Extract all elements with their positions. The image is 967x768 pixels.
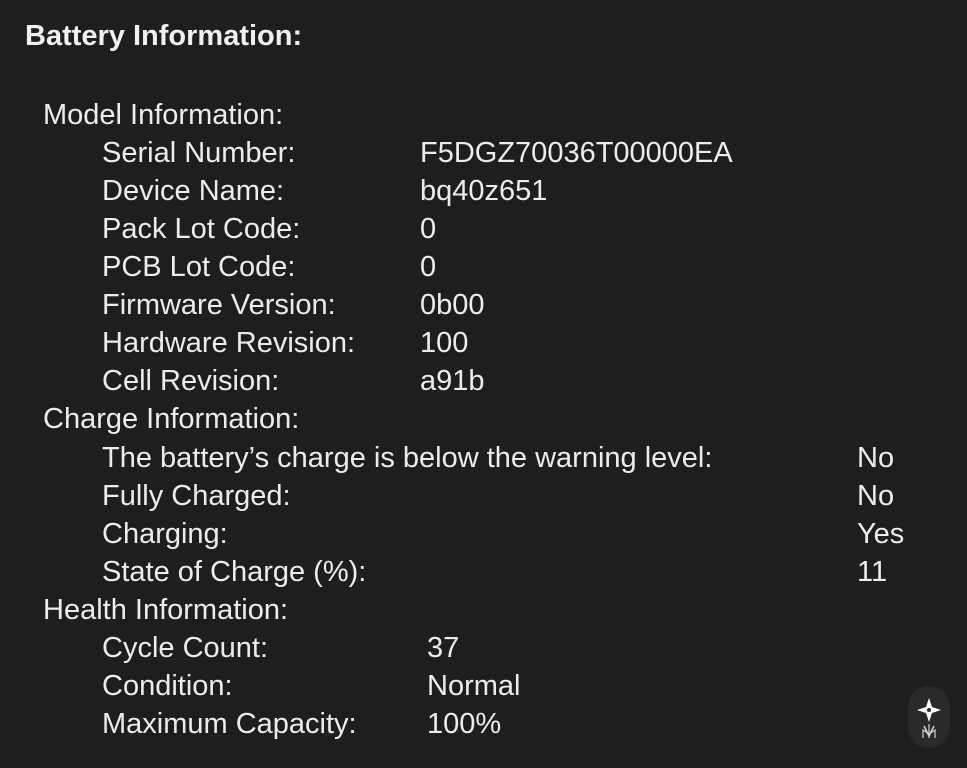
cycle-count-label: Cycle Count: bbox=[102, 632, 269, 664]
pack-lot-code-label: Pack Lot Code: bbox=[102, 213, 301, 245]
pack-lot-code-value: 0 bbox=[420, 213, 437, 245]
warning-level-value: No bbox=[857, 442, 895, 474]
warning-level-label: The battery’s charge is below the warnin… bbox=[102, 442, 713, 474]
cell-revision-value: a91b bbox=[420, 365, 485, 397]
section-title-model: Model Information: bbox=[43, 99, 284, 131]
pcb-lot-code-value: 0 bbox=[420, 251, 437, 283]
maximum-capacity-label: Maximum Capacity: bbox=[102, 708, 357, 740]
section-title-charge: Charge Information: bbox=[43, 403, 300, 435]
charging-value: Yes bbox=[857, 518, 905, 550]
pcb-lot-code-label: PCB Lot Code: bbox=[102, 251, 296, 283]
fully-charged-value: No bbox=[857, 480, 895, 512]
serial-number-value: F5DGZ70036T00000EA bbox=[420, 137, 733, 169]
cell-revision-label: Cell Revision: bbox=[102, 365, 280, 397]
cycle-count-value: 37 bbox=[427, 632, 460, 664]
device-name-value: bq40z651 bbox=[420, 175, 548, 207]
hardware-revision-value: 100 bbox=[420, 327, 469, 359]
device-name-label: Device Name: bbox=[102, 175, 285, 207]
hardware-revision-label: Hardware Revision: bbox=[102, 327, 356, 359]
state-of-charge-value: 11 bbox=[857, 556, 888, 588]
maximum-capacity-value: 100% bbox=[427, 708, 502, 740]
section-title-health: Health Information: bbox=[43, 594, 289, 626]
firmware-version-value: 0b00 bbox=[420, 289, 485, 321]
condition-value: Normal bbox=[427, 670, 521, 702]
state-of-charge-label: State of Charge (%): bbox=[102, 556, 367, 588]
charging-label: Charging: bbox=[102, 518, 228, 550]
serial-number-label: Serial Number: bbox=[102, 137, 296, 169]
sparkle-logo-icon bbox=[908, 686, 950, 748]
page-title: Battery Information: bbox=[25, 20, 303, 52]
firmware-version-label: Firmware Version: bbox=[102, 289, 336, 321]
fully-charged-label: Fully Charged: bbox=[102, 480, 291, 512]
condition-label: Condition: bbox=[102, 670, 233, 702]
